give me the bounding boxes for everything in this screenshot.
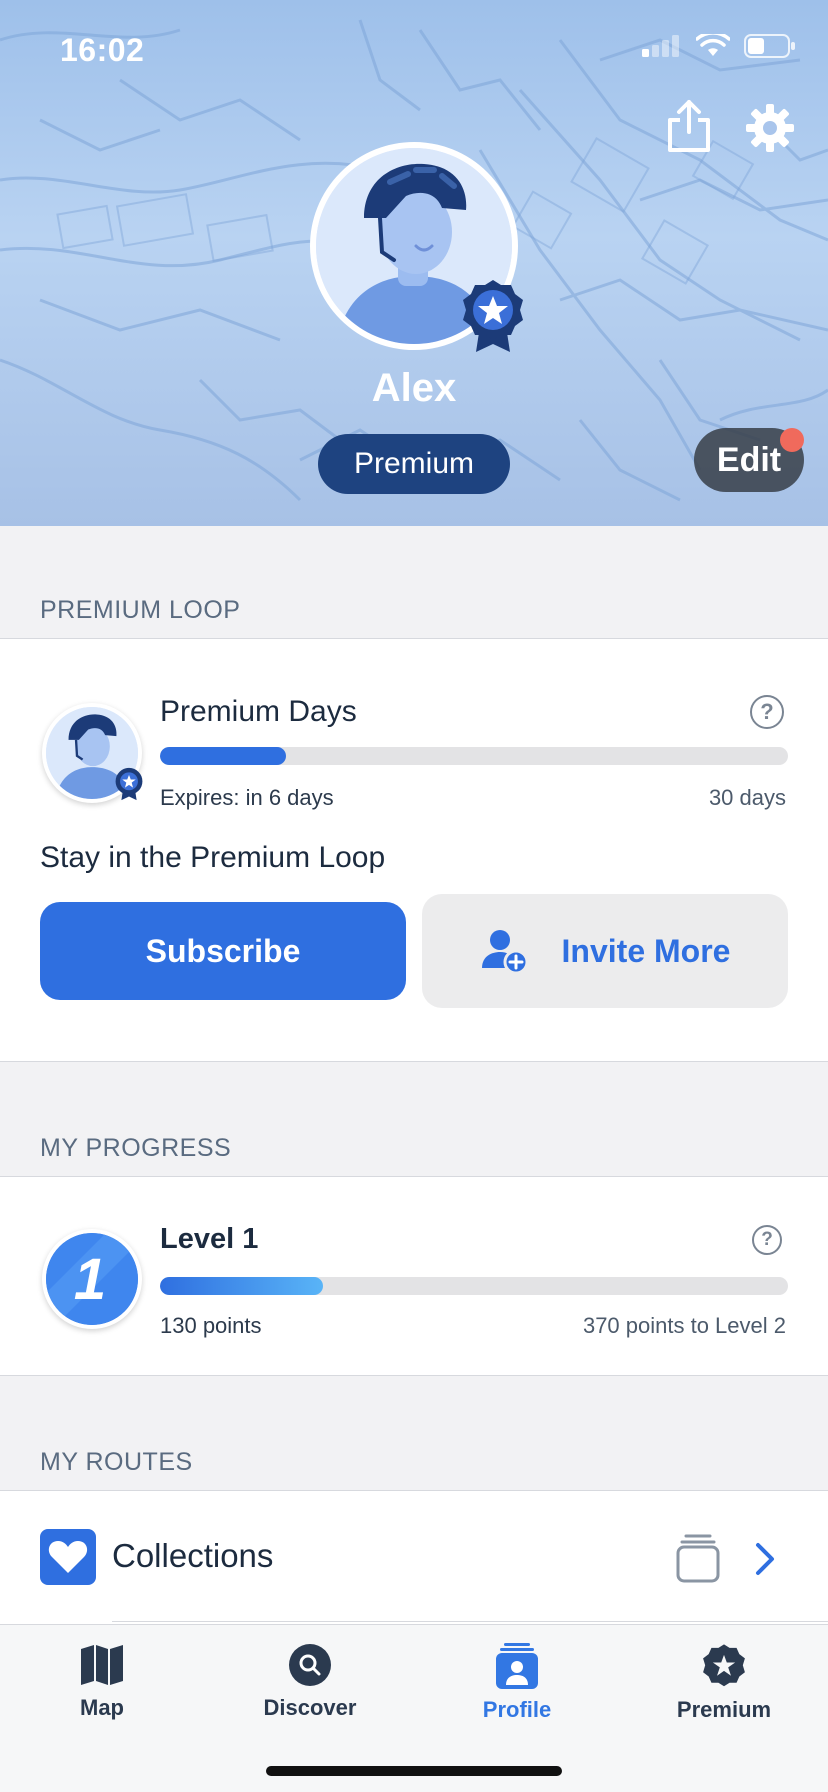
premium-expires: Expires: in 6 days bbox=[160, 785, 334, 810]
collections-label: Collections bbox=[112, 1537, 274, 1574]
row-divider bbox=[112, 1621, 828, 1622]
notification-dot bbox=[780, 428, 804, 452]
level-progress bbox=[160, 1277, 788, 1295]
premium-days-progress bbox=[160, 747, 788, 765]
level-title: Level 1 bbox=[160, 1223, 259, 1255]
wifi-icon bbox=[696, 34, 730, 56]
level-progress-fill bbox=[160, 1277, 324, 1295]
premium-star-badge-icon bbox=[115, 767, 143, 801]
level-points: 130 points bbox=[160, 1313, 262, 1338]
tab-profile[interactable]: Profile bbox=[417, 1643, 617, 1723]
heart-icon bbox=[40, 1529, 96, 1585]
profile-screen: 16:02 Alex Premium Edit PREMIUM LOOP Pre… bbox=[0, 0, 828, 1792]
premium-promo-text: Stay in the Premium Loop bbox=[40, 841, 386, 874]
help-icon[interactable]: ? bbox=[750, 695, 784, 729]
level-number: 1 bbox=[74, 1247, 106, 1312]
battery-icon bbox=[744, 34, 795, 58]
premium-badge: Premium bbox=[318, 434, 510, 494]
tab-label: Premium bbox=[676, 1697, 772, 1722]
premium-total-days: 30 days bbox=[708, 785, 786, 810]
tab-map[interactable]: Map bbox=[2, 1643, 202, 1721]
search-icon bbox=[289, 1644, 331, 1686]
home-indicator bbox=[266, 1766, 562, 1776]
add-user-icon bbox=[481, 930, 528, 974]
premium-days-progress-fill bbox=[160, 747, 286, 765]
help-icon[interactable]: ? bbox=[752, 1225, 782, 1255]
invite-more-button[interactable]: Invite More bbox=[422, 894, 788, 1008]
premium-icon bbox=[703, 1644, 745, 1687]
share-icon[interactable] bbox=[664, 98, 714, 154]
tab-discover[interactable]: Discover bbox=[210, 1643, 410, 1721]
tab-label: Discover bbox=[263, 1695, 357, 1720]
collection-stack-icon bbox=[676, 1534, 720, 1583]
status-icons bbox=[642, 34, 796, 58]
profile-icon bbox=[496, 1643, 538, 1689]
section-title-my-routes: MY ROUTES bbox=[40, 1448, 193, 1476]
status-time: 16:02 bbox=[60, 32, 145, 68]
tab-label: Profile bbox=[482, 1697, 552, 1722]
progress-card: 1 Level 1 ? 130 points 370 points to Lev… bbox=[0, 1176, 828, 1376]
premium-star-badge-icon bbox=[463, 280, 523, 352]
collections-row[interactable]: Collections bbox=[0, 1490, 828, 1626]
profile-name: Alex bbox=[371, 366, 457, 410]
level-badge: 1 bbox=[42, 1229, 142, 1329]
points-to-next-level: 370 points to Level 2 bbox=[582, 1313, 786, 1338]
invite-more-label: Invite More bbox=[561, 932, 731, 969]
level-badge-icon: 1 bbox=[46, 1233, 138, 1325]
chevron-right-icon bbox=[756, 1543, 774, 1575]
section-title-my-progress: MY PROGRESS bbox=[40, 1134, 232, 1162]
tab-label: Map bbox=[80, 1695, 124, 1720]
map-icon bbox=[81, 1645, 123, 1685]
profile-header: 16:02 Alex Premium Edit bbox=[0, 0, 828, 526]
tab-premium[interactable]: Premium bbox=[624, 1643, 824, 1723]
section-title-premium-loop: PREMIUM LOOP bbox=[40, 596, 241, 624]
gear-icon[interactable] bbox=[744, 102, 796, 154]
premium-days-title: Premium Days bbox=[160, 695, 357, 728]
signal-icon bbox=[642, 35, 679, 57]
subscribe-button[interactable]: Subscribe bbox=[40, 902, 406, 1000]
